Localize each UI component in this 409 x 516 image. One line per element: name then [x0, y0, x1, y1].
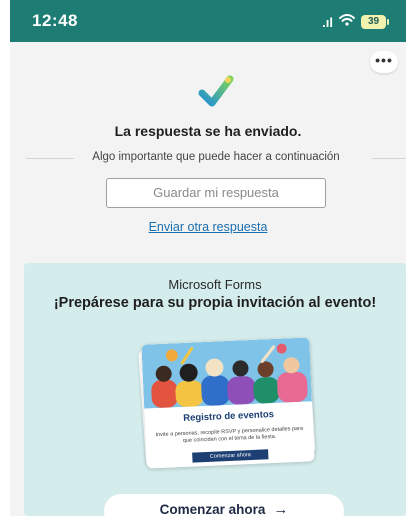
promo-headline: ¡Prepárese para su propia invitación al … — [53, 295, 377, 311]
arrow-right-icon: → — [273, 501, 289, 516]
event-registration-card: Registro de eventos Invite a personas, r… — [141, 337, 315, 469]
start-now-label: Comenzar ahora — [159, 502, 266, 516]
event-card-title: Registro de eventos — [182, 409, 275, 424]
signal-icon: .ıl — [322, 14, 333, 30]
status-time: 12:48 — [32, 11, 78, 30]
event-card-description: Invite a personas, recopile RSVP y perso… — [155, 425, 304, 445]
battery-icon: 39 — [361, 15, 389, 29]
send-another-response-link[interactable]: Enviar otra respuesta — [10, 220, 406, 234]
divider-line-right — [372, 158, 406, 159]
promo-card: Microsoft Forms ¡Prepárese para su propi… — [24, 263, 406, 516]
event-card-cta: Comenzar ahora — [192, 449, 269, 463]
save-response-button[interactable]: Guardar mi respuesta — [106, 178, 326, 208]
status-icons: .ıl 39 — [322, 13, 389, 31]
start-now-button[interactable]: Comenzar ahora → — [104, 494, 344, 516]
more-options-button[interactable]: ••• — [370, 51, 398, 73]
next-steps-label: Algo importante que puede hacer a contin… — [92, 151, 340, 163]
wifi-icon — [339, 13, 355, 31]
phone-screen: 12:48 .ıl 39 ••• La respuesta se ha envi… — [10, 0, 406, 516]
check-icon — [198, 73, 234, 109]
promo-brand: Microsoft Forms — [168, 277, 262, 292]
people-illustration — [141, 337, 313, 409]
status-bar: 12:48 .ıl 39 — [10, 0, 406, 42]
next-steps-divider: Algo importante que puede hacer a contin… — [26, 150, 406, 166]
confirmation-title: La respuesta se ha enviado. — [114, 123, 302, 139]
